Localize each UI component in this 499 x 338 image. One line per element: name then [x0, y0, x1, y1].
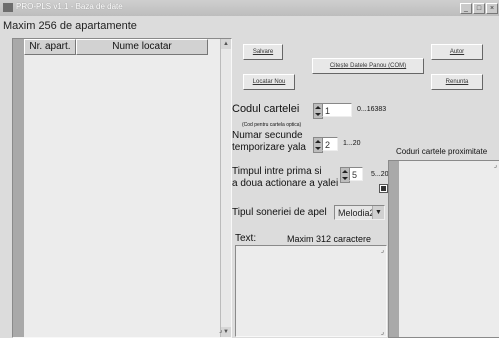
lock-seconds-label-line-1: Numar secunde — [232, 130, 303, 141]
card-code-label: Codul cartelei — [232, 103, 300, 115]
max-apartments-label: Maxim 256 de apartamente — [3, 20, 137, 32]
resize-corner-icon: ⌟ — [219, 327, 223, 334]
window-title: PRO-PLS v1.1 - Baza de date — [16, 2, 123, 11]
chevron-down-icon[interactable]: ▼ — [372, 206, 384, 219]
message-textarea[interactable]: ⌟ ⌟ — [235, 245, 387, 337]
row-selector-strip[interactable] — [13, 39, 24, 337]
text-max-hint: Maxim 312 caractere — [287, 234, 372, 244]
read-panel-button[interactable]: Citește Datele Panou (COM) — [312, 58, 424, 74]
proximity-row-selector-strip[interactable] — [389, 161, 399, 337]
resize-top-icon: ⌟ — [493, 162, 497, 169]
lock-seconds-label-line-2: temporizare yala — [232, 142, 306, 153]
resize-top-icon: ⌟ — [380, 247, 384, 254]
proximity-codes-label: Coduri cartele proximitate — [396, 147, 488, 156]
card-code-input[interactable]: 1 — [322, 103, 352, 117]
ring-type-value: Melodia2 — [338, 208, 375, 218]
delay-input[interactable]: 5 — [349, 167, 363, 181]
list-scrollbar[interactable]: ▲ ▼ — [220, 39, 231, 337]
proximity-codes-list[interactable]: ⌟ — [388, 160, 499, 338]
save-button[interactable]: Salvare — [243, 44, 283, 60]
ring-type-select[interactable]: Melodia2 ▼ — [334, 205, 385, 220]
delay-range: 5...20 — [371, 171, 389, 178]
delay-label-line-2: a doua actionare a yalei — [232, 178, 339, 189]
lock-seconds-range: 1...20 — [343, 140, 361, 147]
delay-checkbox[interactable] — [379, 184, 388, 193]
app-window: PRO-PLS v1.1 - Baza de date _ □ × Maxim … — [0, 0, 499, 338]
app-icon — [3, 3, 13, 12]
apartments-list[interactable]: Nr. apart. Nume locatar ▲ ▼ — [12, 38, 232, 338]
lock-seconds-input[interactable]: 2 — [322, 137, 338, 151]
scroll-down-icon[interactable]: ▼ — [221, 327, 231, 337]
cancel-button[interactable]: Renunta — [431, 74, 483, 90]
ring-type-label: Tipul soneriei de apel — [232, 207, 327, 218]
text-label: Text: — [235, 233, 257, 244]
column-header-nr-apart[interactable]: Nr. apart. — [24, 39, 76, 55]
new-tenant-button[interactable]: Locatar Nou — [243, 74, 295, 90]
card-code-note: (Cod pentru cartela optica) — [242, 122, 302, 128]
maximize-button[interactable]: □ — [473, 3, 485, 14]
minimize-button[interactable]: _ — [460, 3, 472, 14]
column-header-nume-locatar[interactable]: Nume locatar — [76, 39, 208, 55]
title-bar: PRO-PLS v1.1 - Baza de date _ □ × — [0, 0, 499, 16]
close-button[interactable]: × — [486, 3, 498, 14]
resize-bottom-icon: ⌟ — [380, 329, 384, 336]
card-code-range: 0...16383 — [357, 106, 387, 113]
author-button[interactable]: Autor — [431, 44, 483, 60]
delay-label-line-1: Timpul intre prima si — [232, 166, 322, 177]
scroll-up-icon[interactable]: ▲ — [221, 39, 231, 49]
